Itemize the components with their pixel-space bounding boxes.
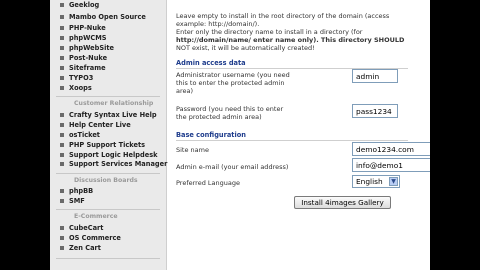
sidebar-item-php-support-tickets[interactable]: PHP Support Tickets	[56, 140, 145, 150]
sidebar-item-label[interactable]: SMF	[69, 197, 85, 205]
square-bullet-icon	[60, 133, 64, 137]
sidebar-item-phpwebsite[interactable]: phpWebSite	[56, 43, 114, 53]
sidebar-item-label[interactable]: Post-Nuke	[69, 54, 107, 62]
square-bullet-icon	[60, 162, 64, 166]
square-bullet-icon	[60, 199, 64, 203]
sidebar-item-geeklog[interactable]: Geeklog	[56, 0, 99, 10]
sidebar: Geeklog Mambo Open Source PHP-Nuke phpWC…	[50, 0, 167, 270]
square-bullet-icon	[60, 15, 64, 19]
sidebar-item-oscommerce[interactable]: OS Commerce	[56, 233, 121, 243]
square-bullet-icon	[60, 56, 64, 60]
sidebar-item-label[interactable]: TYPO3	[69, 74, 93, 82]
sidebar-item-label[interactable]: Support Services Manager	[69, 160, 167, 168]
sidebar-item-label[interactable]: Siteframe	[69, 64, 106, 72]
sidebar-item-label[interactable]: Xoops	[69, 84, 92, 92]
dir-help-line: Leave empty to install in the root direc…	[176, 12, 390, 20]
square-bullet-icon	[60, 76, 64, 80]
square-bullet-icon	[60, 86, 64, 90]
chevron-down-icon[interactable]: ▼	[389, 177, 398, 186]
sidebar-item-siteframe[interactable]: Siteframe	[56, 63, 106, 73]
admin-username-field[interactable]: admin	[352, 69, 398, 83]
sidebar-item-label[interactable]: Help Center Live	[69, 121, 131, 129]
sidebar-item-phpbb[interactable]: phpBB	[56, 186, 93, 196]
section-base-configuration: Base configuration	[176, 131, 246, 139]
sidebar-item-label[interactable]: osTicket	[69, 131, 100, 139]
section-divider	[176, 140, 408, 141]
language-select[interactable]: English ▼	[352, 175, 400, 188]
sidebar-item-phpwcms[interactable]: phpWCMS	[56, 33, 107, 43]
square-bullet-icon	[60, 36, 64, 40]
admin-username-label: Administrator username (you need	[176, 71, 290, 79]
sidebar-item-smf[interactable]: SMF	[56, 196, 85, 206]
language-label: Preferred Language	[176, 179, 240, 187]
square-bullet-icon	[60, 226, 64, 230]
square-bullet-icon	[60, 246, 64, 250]
sidebar-item-cubecart[interactable]: CubeCart	[56, 223, 103, 233]
sidebar-item-label[interactable]: PHP-Nuke	[69, 24, 106, 32]
sidebar-divider	[56, 258, 160, 259]
sidebar-divider	[56, 209, 160, 210]
site-name-field[interactable]: demo1234.com	[352, 142, 430, 156]
square-bullet-icon	[60, 153, 64, 157]
sidebar-item-label[interactable]: CubeCart	[69, 224, 103, 232]
square-bullet-icon	[60, 26, 64, 30]
square-bullet-icon	[60, 66, 64, 70]
site-name-label: Site name	[176, 146, 209, 154]
square-bullet-icon	[60, 113, 64, 117]
sidebar-item-support-services[interactable]: Support Services Manager	[56, 159, 167, 169]
square-bullet-icon	[60, 143, 64, 147]
sidebar-item-osticket[interactable]: osTicket	[56, 130, 100, 140]
admin-email-field[interactable]: info@demo1	[352, 158, 430, 172]
sidebar-heading-customer-relationship: Customer Relationship	[74, 100, 154, 107]
sidebar-item-label[interactable]: phpBB	[69, 187, 93, 195]
sidebar-item-postnuke[interactable]: Post-Nuke	[56, 53, 107, 63]
sidebar-item-xoops[interactable]: Xoops	[56, 83, 92, 93]
browser-viewport: Geeklog Mambo Open Source PHP-Nuke phpWC…	[50, 0, 430, 270]
install-button[interactable]: Install 4images Gallery	[294, 196, 391, 209]
dir-help-line: example: http://domain/).	[176, 20, 260, 28]
square-bullet-icon	[60, 123, 64, 127]
sidebar-item-label[interactable]: PHP Support Tickets	[69, 141, 145, 149]
sidebar-item-label[interactable]: Geeklog	[69, 1, 99, 9]
sidebar-item-label[interactable]: Crafty Syntax Live Help	[69, 111, 157, 119]
dir-help-line: NOT exist, it will be automatically crea…	[176, 44, 315, 52]
sidebar-divider	[56, 96, 160, 97]
install-form: Leave empty to install in the root direc…	[168, 0, 430, 270]
sidebar-item-label[interactable]: Mambo Open Source	[69, 13, 146, 21]
sidebar-item-mambo[interactable]: Mambo Open Source	[56, 12, 146, 22]
sidebar-item-help-center-live[interactable]: Help Center Live	[56, 120, 131, 130]
sidebar-heading-ecommerce: E-Commerce	[74, 213, 118, 220]
admin-username-label: this to enter the protected admin	[176, 79, 285, 87]
password-label: Password (you need this to enter	[176, 105, 284, 113]
language-select-value: English	[356, 177, 383, 186]
sidebar-item-label[interactable]: phpWCMS	[69, 34, 107, 42]
sidebar-item-label[interactable]: Support Logic Helpdesk	[69, 151, 158, 159]
square-bullet-icon	[60, 236, 64, 240]
square-bullet-icon	[60, 3, 64, 7]
section-admin-access: Admin access data	[176, 59, 246, 67]
sidebar-item-crafty-syntax[interactable]: Crafty Syntax Live Help	[56, 110, 157, 120]
sidebar-item-phpnuke[interactable]: PHP-Nuke	[56, 23, 106, 33]
sidebar-divider	[56, 173, 160, 174]
sidebar-item-zencart[interactable]: Zen Cart	[56, 243, 101, 253]
sidebar-item-label[interactable]: phpWebSite	[69, 44, 114, 52]
password-field[interactable]: pass1234	[352, 104, 398, 118]
password-label: the protected admin area)	[176, 113, 262, 121]
dir-help-line: Enter only the directory name to install…	[176, 28, 363, 36]
sidebar-item-label[interactable]: OS Commerce	[69, 234, 121, 242]
square-bullet-icon	[60, 46, 64, 50]
square-bullet-icon	[60, 189, 64, 193]
admin-email-label: Admin e-mail (your email address)	[176, 163, 289, 171]
sidebar-item-label[interactable]: Zen Cart	[69, 244, 101, 252]
admin-username-label: area)	[176, 87, 194, 95]
dir-help-line: http://domain/name/ enter name only). Th…	[176, 36, 405, 44]
sidebar-item-typo3[interactable]: TYPO3	[56, 73, 93, 83]
